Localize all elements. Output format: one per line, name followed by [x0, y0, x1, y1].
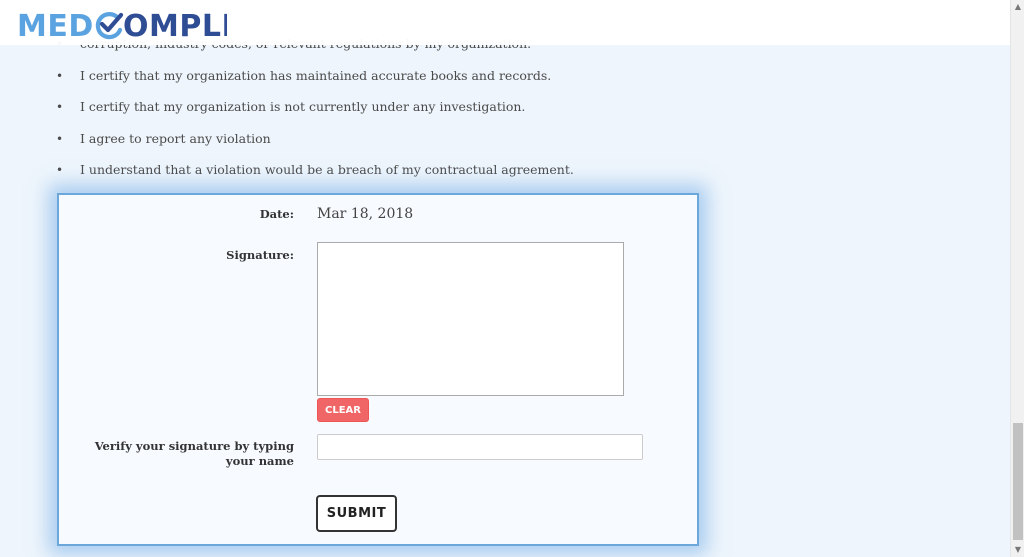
page-content: •corruption, industry codes, or relevant…: [0, 0, 1010, 557]
list-item: • I agree to report any violation: [56, 131, 574, 163]
signature-label: Signature:: [226, 248, 294, 262]
vertical-scrollbar[interactable]: ▲ ▼: [1010, 0, 1024, 557]
list-item: • I certify that my organization is not c…: [56, 99, 574, 131]
signature-pad[interactable]: [317, 242, 624, 396]
bullet-icon: •: [56, 68, 64, 83]
scroll-down-icon[interactable]: ▼: [1011, 543, 1024, 557]
bullet-icon: •: [56, 131, 64, 146]
date-label: Date:: [259, 207, 294, 221]
medcompli-logo-mark: MED OMPLI: [17, 9, 227, 41]
site-header: MED OMPLI: [0, 0, 1010, 45]
verify-signature-label: Verify your signature by typing your nam…: [94, 439, 294, 468]
date-value: Mar 18, 2018: [317, 206, 414, 222]
list-item: • I understand that a violation would be …: [56, 162, 574, 194]
signature-form: Date: Mar 18, 2018 Signature: CLEAR Veri…: [57, 193, 699, 546]
verify-name-input[interactable]: [317, 434, 643, 460]
certification-text: I understand that a violation would be a…: [80, 162, 574, 177]
submit-button[interactable]: SUBMIT: [316, 495, 397, 532]
bullet-icon: •: [56, 163, 64, 177]
checkmark-circle-icon: [95, 12, 124, 40]
clear-button[interactable]: CLEAR: [317, 398, 369, 422]
bullet-icon: •: [56, 100, 64, 114]
certification-text: I agree to report any violation: [80, 130, 271, 146]
scroll-thumb[interactable]: [1013, 423, 1023, 540]
svg-text:MED: MED: [17, 9, 94, 41]
medcompli-logo[interactable]: MED OMPLI: [17, 9, 227, 45]
certification-list: •corruption, industry codes, or relevant…: [56, 36, 574, 194]
certification-text: I certify that my organization is not cu…: [80, 99, 526, 114]
certification-text: I certify that my organization has maint…: [80, 67, 552, 83]
svg-text:OMPLI: OMPLI: [123, 9, 227, 41]
scroll-up-icon[interactable]: ▲: [1011, 0, 1024, 14]
list-item: • I certify that my organization has main…: [56, 68, 574, 100]
